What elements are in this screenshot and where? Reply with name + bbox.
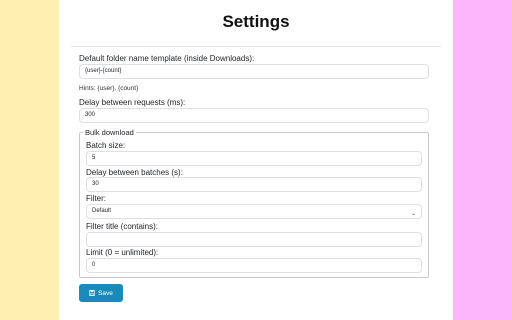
filter-select[interactable]: Default ⌄ <box>86 204 422 219</box>
batch-size-label: Batch size: <box>86 141 126 150</box>
page-title: Settings <box>222 12 290 31</box>
floppy-disk-icon <box>89 290 96 296</box>
chevron-down-icon: ⌄ <box>410 211 416 217</box>
save-button[interactable]: Save <box>79 284 123 302</box>
filter-select-value: Default <box>92 208 112 214</box>
delay-label: Delay between requests (ms): <box>79 98 186 107</box>
batch-size-input[interactable]: 5 <box>86 151 422 166</box>
template-hints: Hints: {user}, {count} <box>79 85 139 92</box>
filter-label: Filter: <box>86 194 106 203</box>
batch-delay-label: Delay between batches (s): <box>86 168 183 177</box>
filter-title-label: Filter title (contains): <box>86 222 159 231</box>
limit-input[interactable]: 0 <box>86 258 422 273</box>
title-divider <box>71 46 441 47</box>
settings-panel: Settings Default folder name template (i… <box>59 0 453 320</box>
batch-delay-input[interactable]: 30 <box>86 177 422 192</box>
save-button-label: Save <box>98 289 113 297</box>
bulk-download-legend: Bulk download <box>83 128 136 137</box>
folder-template-input[interactable]: {user}-{count} <box>79 64 429 79</box>
folder-template-label: Default folder name template (inside Dow… <box>79 54 255 63</box>
delay-input[interactable]: 300 <box>79 108 429 123</box>
limit-label: Limit (0 = unlimited): <box>86 248 159 257</box>
filter-title-input[interactable] <box>86 232 422 247</box>
